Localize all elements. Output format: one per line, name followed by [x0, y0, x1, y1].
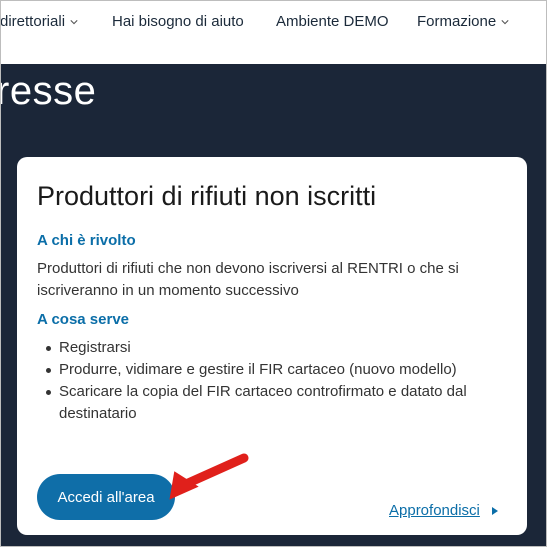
- learn-more-label: Approfondisci: [389, 502, 480, 519]
- list-item: Produrre, vidimare e gestire il FIR cart…: [37, 359, 497, 381]
- service-card: Produttori di rifiuti non iscritti A chi…: [17, 157, 527, 535]
- who-description: Produttori di rifiuti che non devono isc…: [37, 260, 459, 299]
- nav-item-label: Ambiente DEMO: [276, 13, 389, 30]
- top-navigation: direttoriali Hai bisogno di aiuto Ambien…: [0, 0, 547, 64]
- chevron-right-icon: [491, 506, 498, 515]
- nav-item-label: Formazione: [417, 13, 497, 30]
- list-item-text: Registrarsi: [59, 339, 131, 356]
- nav-item-demo[interactable]: Ambiente DEMO: [276, 13, 389, 30]
- bullet-icon: [46, 368, 51, 373]
- hero-title: resse: [0, 69, 97, 113]
- what-label: A cosa serve: [37, 311, 130, 328]
- nav-item-label: direttoriali: [0, 13, 66, 30]
- nav-item-label: Hai bisogno di aiuto: [112, 13, 244, 30]
- list-item: Registrarsi: [37, 337, 497, 359]
- nav-item-formazione[interactable]: Formazione: [417, 13, 509, 30]
- who-label: A chi è rivolto: [37, 232, 136, 249]
- bullet-icon: [46, 346, 51, 351]
- nav-item-help[interactable]: Hai bisogno di aiuto: [112, 13, 244, 30]
- list-item-text: Produrre, vidimare e gestire il FIR cart…: [59, 361, 457, 378]
- chevron-down-icon: [501, 18, 509, 26]
- list-item-text: Scaricare la copia del FIR cartaceo cont…: [59, 383, 467, 422]
- card-title: Produttori di rifiuti non iscritti: [37, 181, 377, 211]
- chevron-down-icon: [70, 18, 78, 26]
- nav-item-direttoriali[interactable]: direttoriali: [0, 13, 78, 30]
- list-item: Scaricare la copia del FIR cartaceo cont…: [37, 381, 497, 425]
- learn-more-link[interactable]: Approfondisci: [389, 502, 500, 519]
- bullet-icon: [46, 390, 51, 395]
- uses-list: Registrarsi Produrre, vidimare e gestire…: [37, 337, 497, 425]
- access-area-button[interactable]: Accedi all'area: [37, 474, 175, 520]
